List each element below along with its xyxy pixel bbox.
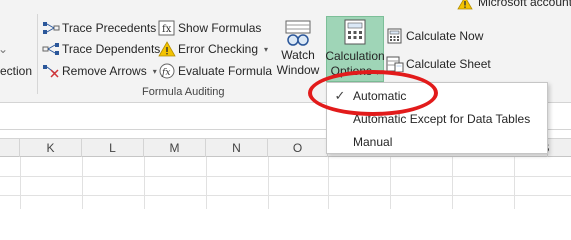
- error-checking-button[interactable]: Error Checking ▾: [158, 39, 268, 59]
- calculate-now-icon: [386, 28, 404, 44]
- menu-item-automatic[interactable]: ✓ Automatic: [327, 85, 547, 107]
- remove-arrows-icon: [42, 63, 60, 79]
- watch-window-icon: [285, 20, 311, 46]
- trace-dependents-icon: [42, 41, 60, 57]
- calculate-now-button[interactable]: Calculate Now: [386, 26, 483, 46]
- checkmark-icon: ✓: [334, 88, 346, 103]
- account-label[interactable]: Microsoft account: [478, 0, 571, 9]
- column-header-m[interactable]: M: [144, 139, 206, 157]
- evaluate-formula-icon: fx: [158, 63, 176, 79]
- calculation-options-button[interactable]: Calculation Options ▾: [325, 16, 385, 82]
- trace-precedents-icon: [42, 20, 60, 36]
- chevron-down-icon: ▾: [152, 66, 157, 76]
- column-header-o[interactable]: O: [268, 139, 328, 157]
- show-formulas-button[interactable]: fx Show Formulas: [158, 18, 261, 38]
- group-separator: [37, 14, 38, 94]
- show-formulas-icon: fx: [158, 20, 176, 36]
- watch-window-button[interactable]: Watch Window: [274, 18, 322, 78]
- calculator-icon: [344, 19, 366, 45]
- svg-text:fx: fx: [161, 68, 170, 78]
- menu-item-manual[interactable]: Manual: [327, 131, 547, 153]
- calculation-options-menu: ✓ Automatic Automatic Except for Data Ta…: [326, 82, 548, 154]
- column-header-l[interactable]: L: [82, 139, 144, 157]
- menu-item-automatic-except-data-tables[interactable]: Automatic Except for Data Tables: [327, 108, 547, 130]
- svg-text:fx: fx: [162, 24, 172, 35]
- chevron-down-icon: ▾: [375, 68, 380, 77]
- warning-icon: [457, 0, 473, 10]
- calculate-sheet-button[interactable]: Calculate Sheet: [386, 54, 491, 74]
- column-header-k[interactable]: K: [20, 139, 82, 157]
- chevron-down-icon: ▾: [264, 44, 269, 54]
- formula-auditing-group-label: Formula Auditing: [142, 86, 225, 98]
- calculate-sheet-icon: [386, 56, 404, 72]
- column-header-partial[interactable]: [0, 139, 20, 157]
- trace-dependents-button[interactable]: Trace Dependents: [42, 39, 160, 59]
- partial-dropdown-icon: ⌄: [0, 42, 9, 56]
- remove-arrows-button[interactable]: Remove Arrows ▾: [42, 61, 157, 81]
- partial-command-label[interactable]: ⌄ ection: [0, 42, 32, 78]
- worksheet-grid[interactable]: [0, 157, 571, 209]
- evaluate-formula-button[interactable]: fx Evaluate Formula: [158, 61, 272, 81]
- trace-precedents-button[interactable]: Trace Precedents: [42, 18, 156, 38]
- column-header-n[interactable]: N: [206, 139, 268, 157]
- error-checking-icon: [158, 41, 176, 57]
